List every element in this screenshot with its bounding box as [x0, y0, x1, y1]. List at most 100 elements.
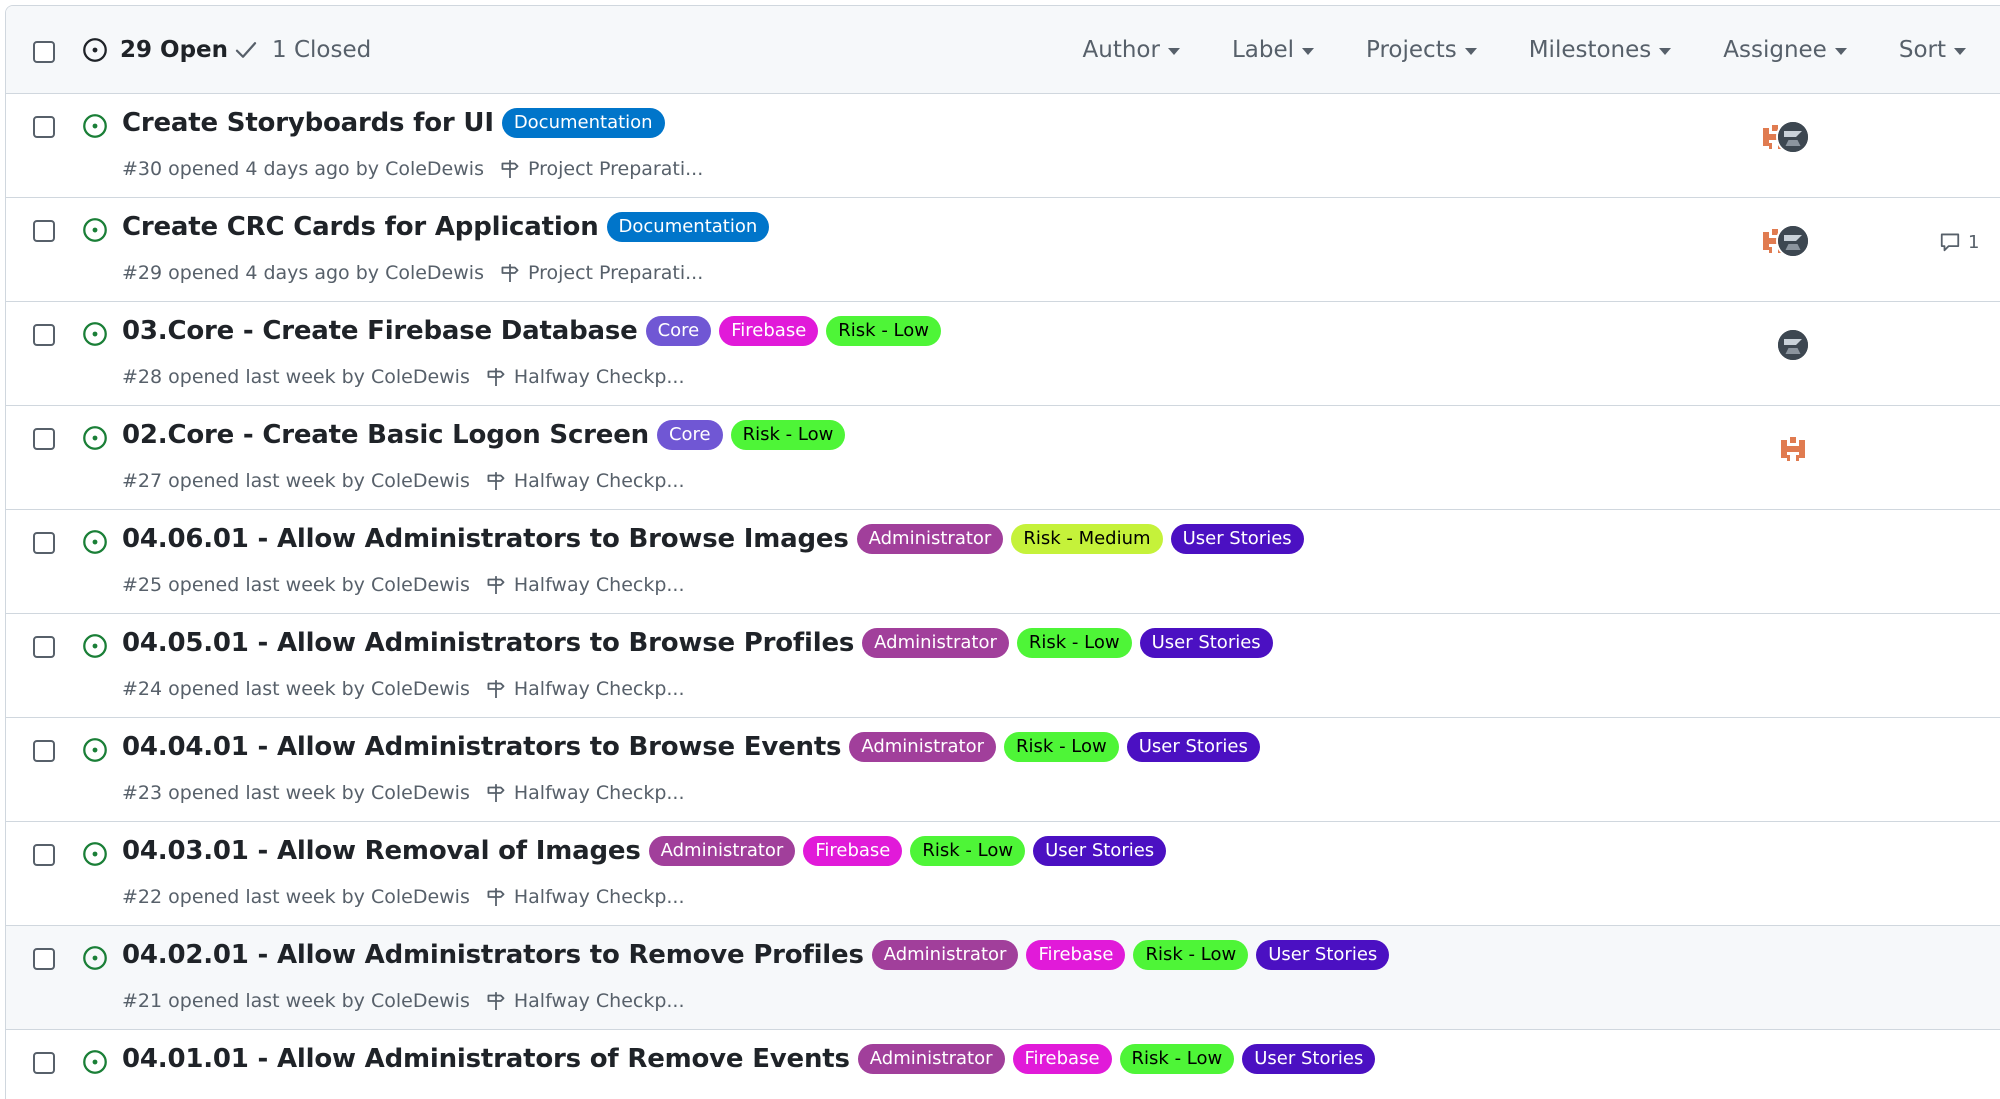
avatar[interactable] [1776, 328, 1810, 362]
issue-checkbox[interactable] [33, 636, 55, 658]
issue-checkbox[interactable] [33, 740, 55, 762]
issue-label[interactable]: Firebase [719, 316, 819, 346]
issue-checkbox[interactable] [33, 324, 55, 346]
issue-title-link[interactable]: 04.06.01 - Allow Administrators to Brows… [122, 524, 849, 554]
issue-label[interactable]: Risk - Low [730, 420, 846, 450]
milestone-link[interactable]: Halfway Checkp... [484, 782, 685, 804]
issue-label[interactable]: Administrator [857, 1044, 1005, 1074]
issue-label[interactable]: Documentation [606, 212, 770, 242]
issue-label[interactable]: User Stories [1139, 628, 1273, 658]
issue-label[interactable]: User Stories [1033, 836, 1167, 866]
issue-label[interactable]: Documentation [501, 108, 665, 138]
issue-label[interactable]: Risk - Low [826, 316, 941, 346]
projects-filter[interactable]: Projects [1366, 37, 1477, 63]
open-issues-toggle[interactable]: 29 Open [82, 6, 228, 94]
milestone-link[interactable]: Halfway Checkp... [484, 574, 685, 596]
avatar[interactable] [1776, 120, 1810, 154]
issue-label[interactable]: Administrator [856, 524, 1004, 554]
issue-label[interactable]: Risk - Low [1119, 1044, 1235, 1074]
milestone-link[interactable]: Halfway Checkp... [484, 470, 685, 492]
milestone-label: Halfway Checkp... [513, 678, 685, 700]
closed-issues-toggle[interactable]: 1 Closed [234, 6, 371, 94]
milestone-link[interactable]: Halfway Checkp... [484, 990, 685, 1012]
select-all-checkbox[interactable] [33, 41, 55, 63]
user-photo-icon [1778, 226, 1808, 256]
issue-title-link[interactable]: 04.05.01 - Allow Administrators to Brows… [122, 628, 854, 658]
milestone-link[interactable]: Project Preparati... [498, 262, 703, 284]
issue-meta: #23 opened last week by ColeDewis Halfway… [122, 782, 685, 804]
milestone-link[interactable]: Halfway Checkp... [484, 678, 685, 700]
issue-title-link[interactable]: 02.Core - Create Basic Logon Screen [122, 420, 649, 450]
author-filter[interactable]: Author [1083, 37, 1180, 63]
milestones-filter[interactable]: Milestones [1529, 37, 1672, 63]
issue-meta: #28 opened last week by ColeDewis Halfway… [122, 366, 685, 388]
issue-label[interactable]: User Stories [1170, 524, 1304, 554]
issue-label[interactable]: User Stories [1242, 1044, 1376, 1074]
assignee-avatars[interactable] [1758, 114, 1818, 154]
issue-checkbox[interactable] [33, 948, 55, 970]
issue-row: 04.03.01 - Allow Removal of Images Admini… [6, 822, 2000, 926]
issue-meta: #27 opened last week by ColeDewis Halfway… [122, 470, 685, 492]
filter-label: Assignee [1723, 37, 1827, 63]
issue-label[interactable]: Administrator [849, 732, 997, 762]
issue-label[interactable]: User Stories [1126, 732, 1260, 762]
caret-down-icon [1834, 48, 1847, 55]
issue-label[interactable]: Risk - Medium [1011, 524, 1163, 554]
issue-title-link[interactable]: 04.03.01 - Allow Removal of Images [122, 836, 641, 866]
issue-label[interactable]: Core [645, 316, 712, 346]
assignee-filter[interactable]: Assignee [1723, 37, 1847, 63]
issue-label[interactable]: Risk - Low [1004, 732, 1119, 762]
milestone-icon [487, 888, 505, 906]
issue-title-link[interactable]: Create Storyboards for UI [122, 108, 494, 138]
assignee-avatars[interactable] [1758, 218, 1818, 258]
milestone-label: Halfway Checkp... [513, 886, 685, 908]
filter-label: Author [1082, 37, 1160, 63]
issue-label[interactable]: Firebase [1026, 940, 1126, 970]
issue-title-line: 04.06.01 - Allow Administrators to Brows… [122, 524, 1304, 554]
issue-label[interactable]: Core [656, 420, 723, 450]
issue-checkbox[interactable] [33, 116, 55, 138]
issue-checkbox[interactable] [33, 428, 55, 450]
issue-title-link[interactable]: Create CRC Cards for Application [122, 212, 599, 242]
milestone-link[interactable]: Project Preparati... [498, 158, 703, 180]
issue-title-link[interactable]: 04.02.01 - Allow Administrators to Remov… [122, 940, 864, 970]
assignee-avatars[interactable] [1758, 322, 1818, 362]
comments-link[interactable]: 1 [1938, 231, 1979, 253]
issue-checkbox[interactable] [33, 844, 55, 866]
issue-label[interactable]: Firebase [803, 836, 903, 866]
assignee-avatars[interactable] [1758, 426, 1818, 466]
issue-rows: Create Storyboards for UI Documentation #3… [6, 94, 2000, 1099]
issue-checkbox[interactable] [33, 532, 55, 554]
label-filter[interactable]: Label [1232, 37, 1315, 63]
milestone-link[interactable]: Halfway Checkp... [484, 366, 685, 388]
issue-row: 04.06.01 - Allow Administrators to Brows… [6, 510, 2000, 614]
issue-label[interactable]: User Stories [1256, 940, 1390, 970]
issue-row: 03.Core - Create Firebase Database Core Fi… [6, 302, 2000, 406]
issue-label[interactable]: Administrator [862, 628, 1009, 658]
issue-label[interactable]: Administrator [648, 836, 796, 866]
avatar[interactable] [1776, 224, 1810, 258]
issue-checkbox[interactable] [33, 1052, 55, 1074]
issue-label[interactable]: Firebase [1012, 1044, 1112, 1074]
issue-opened-info: #27 opened last week by ColeDewis [122, 470, 470, 492]
milestone-link[interactable]: Halfway Checkp... [484, 886, 685, 908]
issue-open-icon [83, 530, 107, 554]
issue-title-line: 04.04.01 - Allow Administrators to Brows… [122, 732, 1260, 762]
filter-bar: Author Label Projects Milestones Assigne… [1083, 6, 2000, 94]
user-photo-icon [1778, 330, 1808, 360]
avatar[interactable] [1776, 432, 1810, 466]
issue-label[interactable]: Risk - Low [910, 836, 1026, 866]
issue-title-line: Create Storyboards for UI Documentation [122, 108, 665, 138]
issue-checkbox[interactable] [33, 220, 55, 242]
issue-opened-info: #24 opened last week by ColeDewis [122, 678, 470, 700]
milestone-icon [487, 784, 505, 802]
issue-label[interactable]: Administrator [871, 940, 1019, 970]
issue-title-link[interactable]: 03.Core - Create Firebase Database [122, 316, 638, 346]
issue-label[interactable]: Risk - Low [1133, 940, 1249, 970]
sort-filter[interactable]: Sort [1899, 37, 1966, 63]
issue-label[interactable]: Risk - Low [1016, 628, 1132, 658]
issue-row: 02.Core - Create Basic Logon Screen Core R… [6, 406, 2000, 510]
issue-title-link[interactable]: 04.01.01 - Allow Administrators of Remov… [122, 1044, 850, 1074]
issue-opened-info: #22 opened last week by ColeDewis [122, 886, 470, 908]
issue-title-link[interactable]: 04.04.01 - Allow Administrators to Brows… [122, 732, 842, 762]
